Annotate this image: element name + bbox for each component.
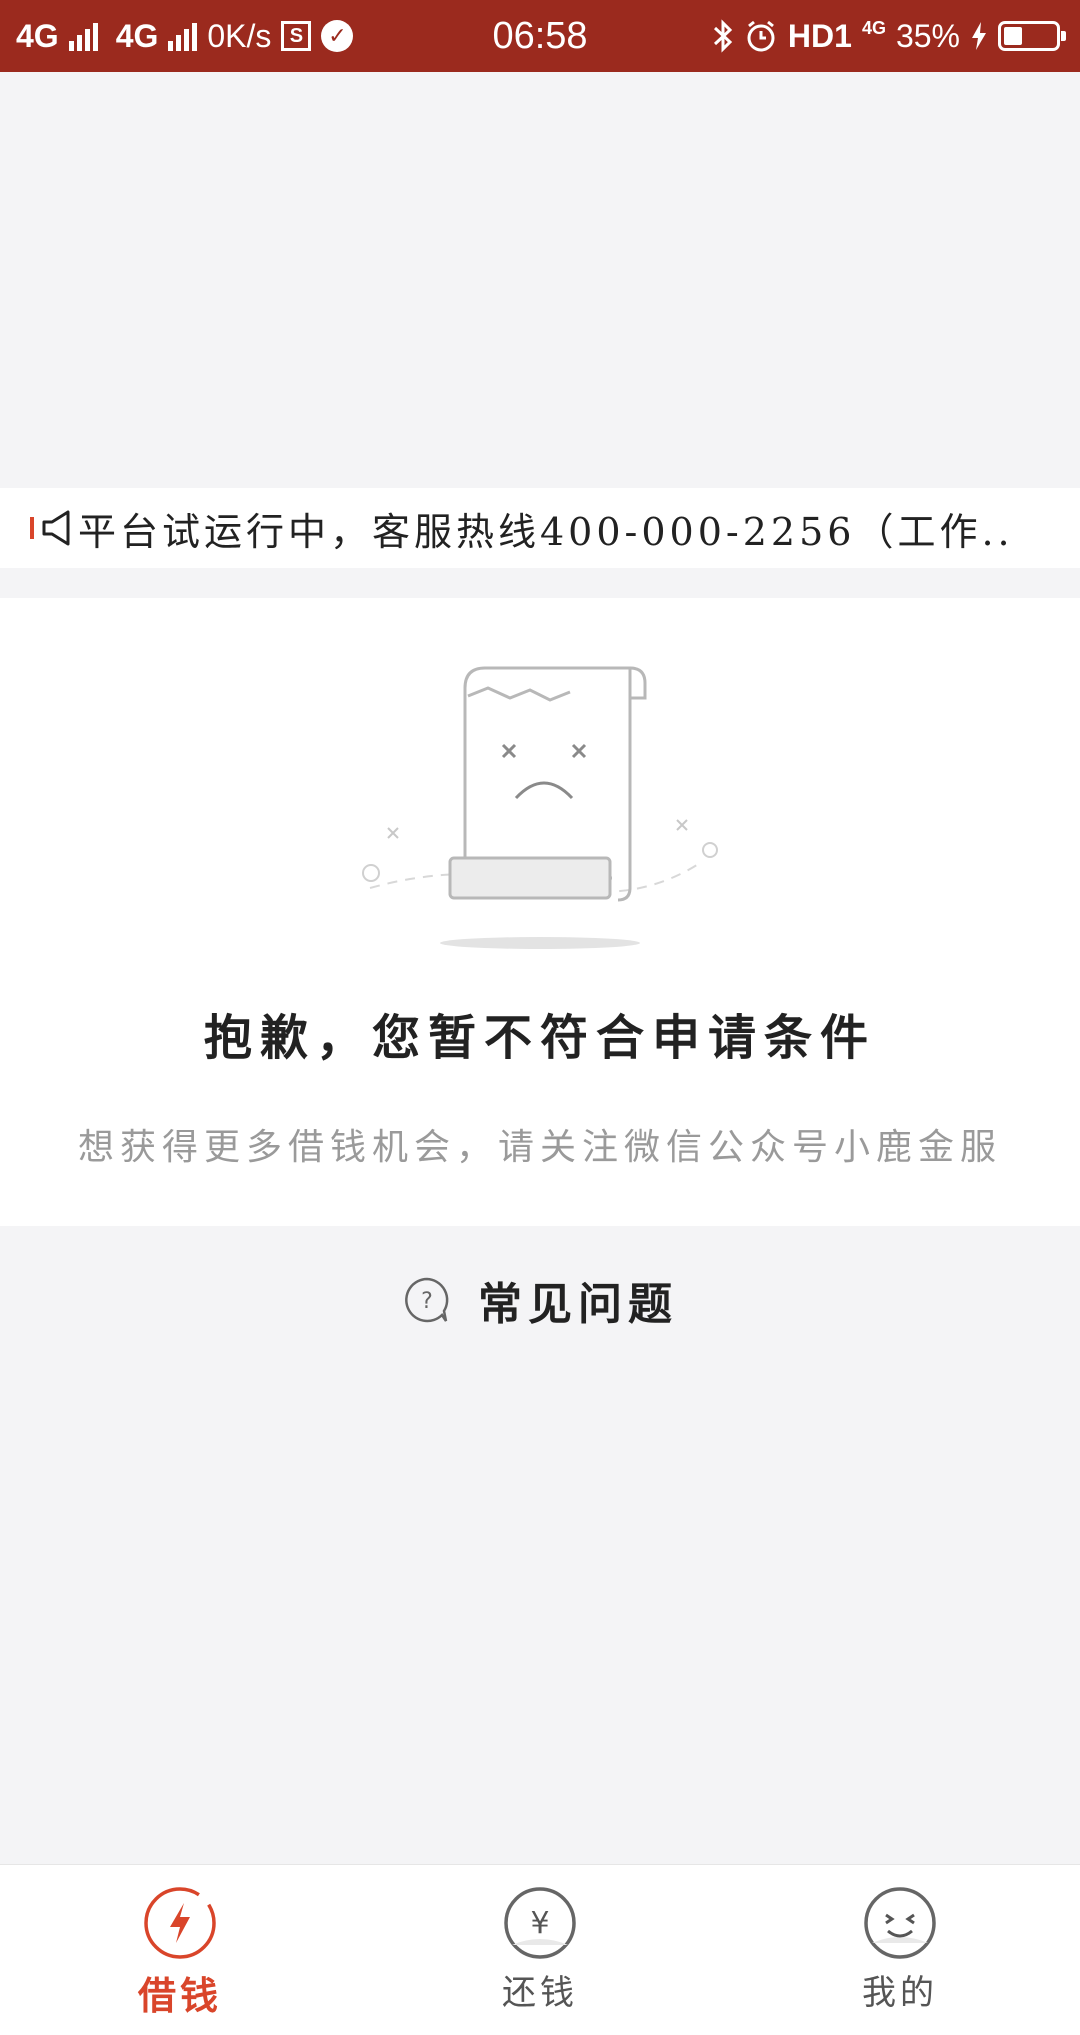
banner-area: [0, 72, 1080, 488]
tab-borrow[interactable]: 借钱: [80, 1865, 280, 2035]
bluetooth-icon: [713, 19, 733, 53]
lightning-icon: [144, 1887, 216, 1959]
notice-text: 平台试运行中，客服热线400-000-2256（工作..: [78, 509, 1014, 554]
battery-icon: [998, 21, 1066, 51]
tab-borrow-label: 借钱: [137, 1973, 222, 2018]
tab-repay-label: 还钱: [502, 1973, 578, 2013]
sad-document-illustration: [362, 666, 718, 949]
tab-mine-label: 我的: [862, 1973, 938, 2013]
hd-indicator: HD1: [787, 17, 852, 54]
smiley-icon: [864, 1887, 936, 1959]
question-icon: ?: [405, 1277, 449, 1323]
svg-text:?: ?: [421, 1289, 433, 1314]
speaker-icon: [42, 510, 70, 546]
bottom-tab-bar: 借钱 ¥ 还钱 我的: [0, 1864, 1080, 2035]
notice-bar[interactable]: 平台试运行中，客服热线400-000-2256（工作..: [0, 488, 1080, 568]
result-title: 抱歉，您暂不符合申请条件: [203, 1010, 876, 1066]
yen-icon: ¥: [504, 1887, 576, 1959]
tab-repay[interactable]: ¥ 还钱: [440, 1865, 640, 2035]
network-type-small: 4G: [861, 18, 886, 38]
faq-label: 常见问题: [478, 1279, 678, 1330]
tab-mine[interactable]: 我的: [800, 1865, 1000, 2035]
alarm-icon: [747, 20, 775, 52]
charging-icon: [972, 22, 986, 50]
notice-marker: [30, 517, 34, 539]
result-card: 抱歉，您暂不符合申请条件 想获得更多借钱机会，请关注微信公众号小鹿金服: [0, 598, 1080, 1226]
faq-link[interactable]: ? 常见问题: [0, 1250, 1080, 1350]
svg-text:¥: ¥: [530, 1906, 549, 1941]
status-bar: 4G 4G 0K/s S ✓ 06:58 HD1 4G 35%: [0, 0, 1080, 72]
status-right: HD1 4G 35%: [712, 0, 1066, 72]
battery-percent: 35%: [895, 17, 960, 54]
result-subtitle: 想获得更多借钱机会，请关注微信公众号小鹿金服: [77, 1127, 1002, 1168]
